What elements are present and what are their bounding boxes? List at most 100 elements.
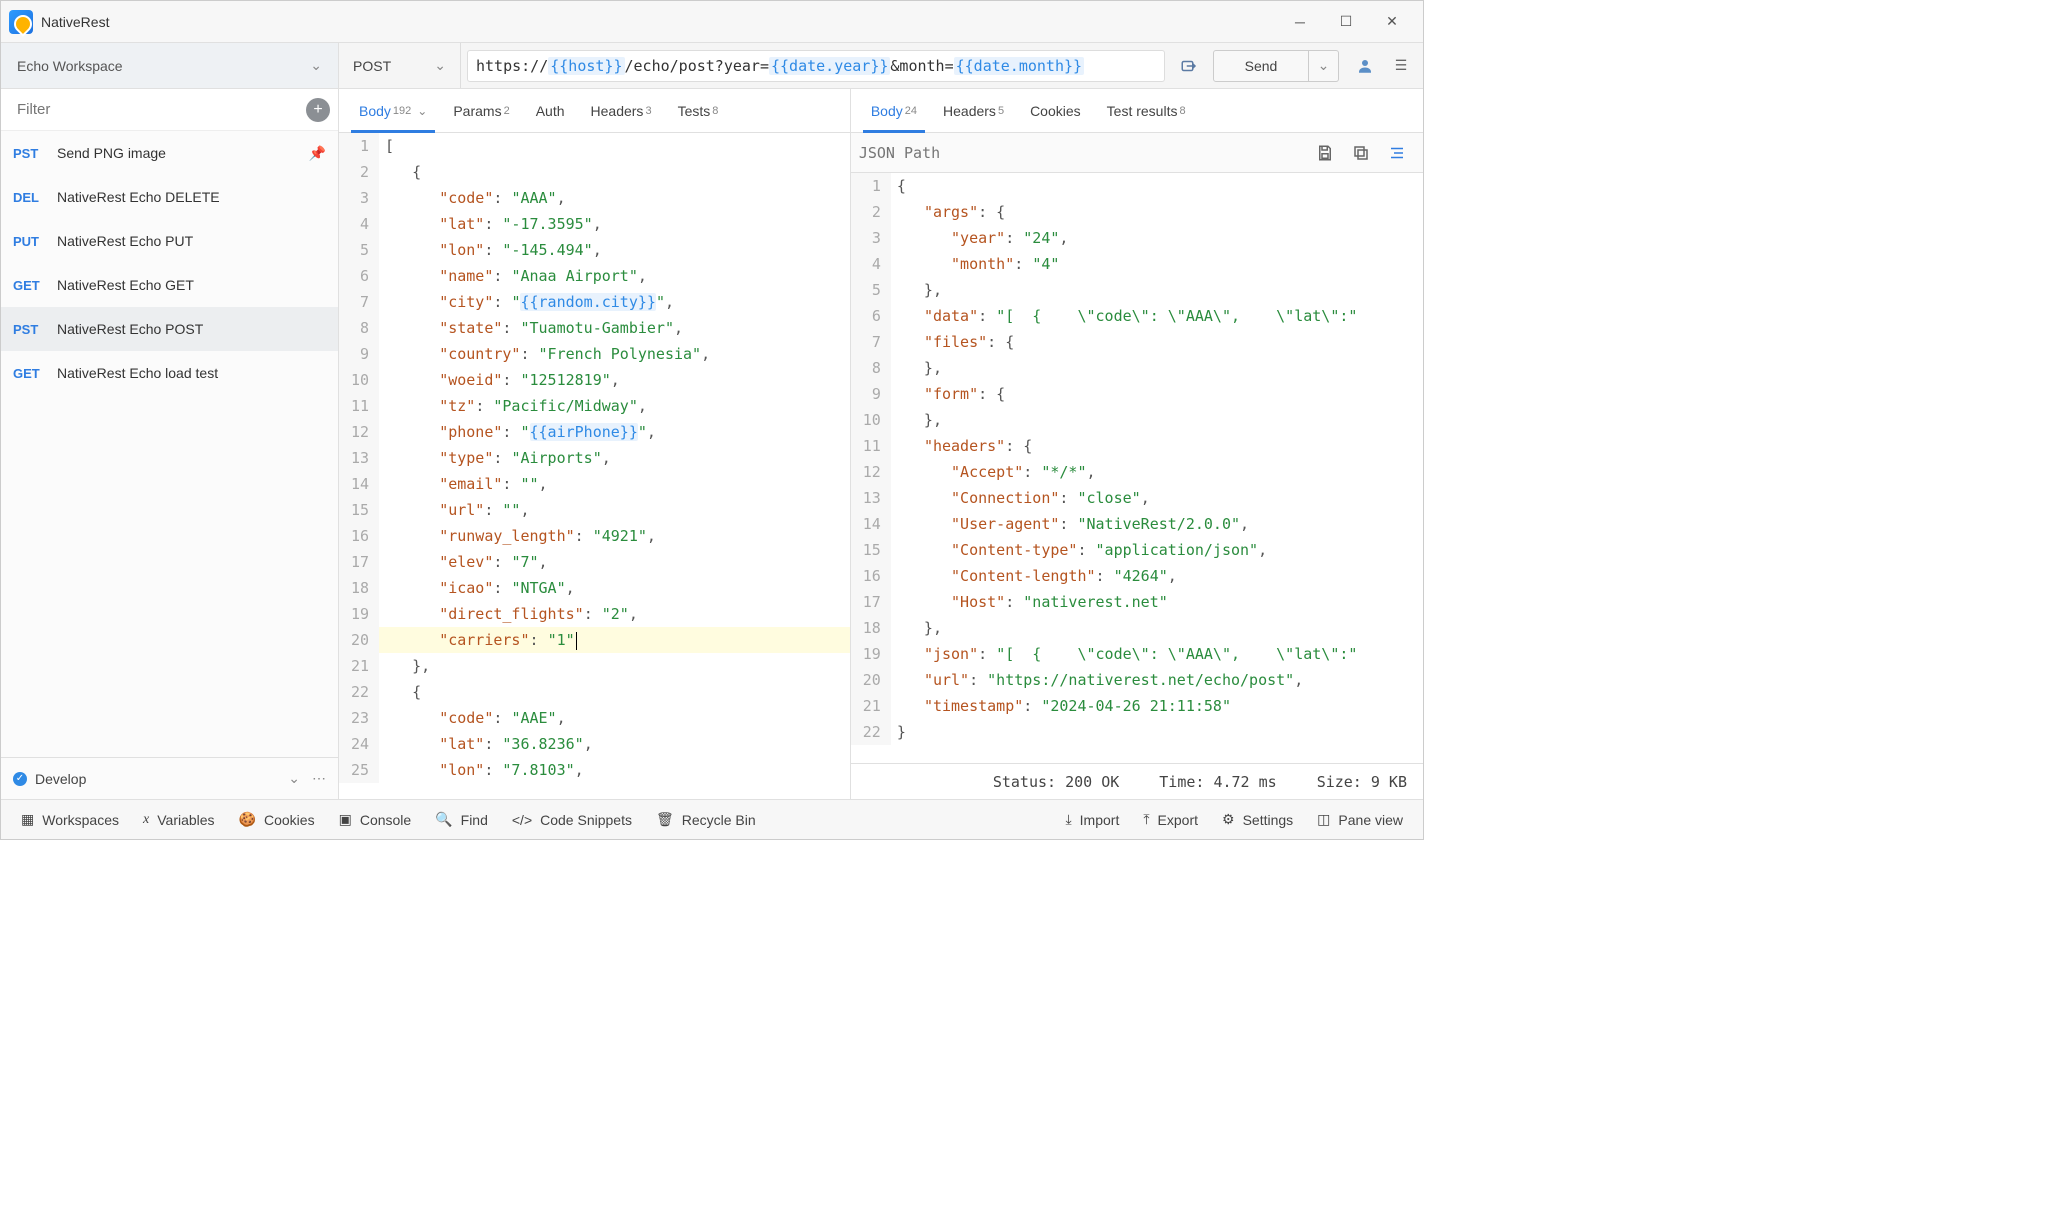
tab-badge: 8 [1179,105,1185,117]
code-line: 12 "Accept": "*/*", [851,459,1423,485]
window-minimize-button[interactable]: ─ [1277,6,1323,38]
copy-icon[interactable] [1343,137,1379,169]
line-number: 5 [851,277,891,303]
add-request-button[interactable]: + [306,98,330,122]
line-number: 7 [851,329,891,355]
code-line: 20 "carriers": "1" [339,627,850,653]
request-name: NativeRest Echo PUT [57,233,326,249]
search-icon: 🔍 [435,811,452,828]
request-name: NativeRest Echo POST [57,321,326,337]
request-tab-auth[interactable]: Auth [524,89,577,132]
filter-input[interactable] [17,101,306,118]
send-button[interactable]: Send [1213,50,1309,82]
request-item[interactable]: PST NativeRest Echo POST [1,307,338,351]
recycle-button[interactable]: 🗑Recycle Bin [644,800,768,839]
cookies-button[interactable]: 🍪Cookies [227,800,327,839]
window-maximize-button[interactable]: ☐ [1323,6,1369,38]
console-icon: ▣ [339,811,352,828]
code-line: 21 "timestamp": "2024-04-26 21:11:58" [851,693,1423,719]
response-tab-tests[interactable]: Test results8 [1095,89,1198,132]
code-line: 22 { [339,679,850,705]
http-method-selector[interactable]: POST ⌄ [339,43,461,88]
url-text: &month= [890,57,953,75]
code-line: 7 "files": { [851,329,1423,355]
line-number: 17 [851,589,891,615]
tab-badge: 5 [998,105,1004,117]
window-close-button[interactable]: ✕ [1369,6,1415,38]
find-button[interactable]: 🔍Find [423,800,500,839]
code-line: 1{ [851,173,1423,199]
request-tab-params[interactable]: Params2 [441,89,521,132]
save-icon[interactable] [1307,137,1343,169]
request-item[interactable]: PST Send PNG image 📌 [1,131,338,175]
code-line: 3 "year": "24", [851,225,1423,251]
code-line: 8 "state": "Tuamotu-Gambier", [339,315,850,341]
line-number: 1 [851,173,891,199]
format-icon[interactable] [1379,137,1415,169]
settings-button[interactable]: ⚙Settings [1210,800,1305,839]
url-input[interactable]: https://{{host}}/echo/post?year={{date.y… [467,50,1165,82]
line-number: 2 [851,199,891,225]
request-tab-headers[interactable]: Headers3 [579,89,664,132]
user-icon[interactable] [1347,50,1383,82]
url-text: /echo/post?year= [625,57,770,75]
import-button[interactable]: ⤓Import [1053,800,1131,839]
workspace-selector[interactable]: Echo Workspace ⌄ [1,43,338,89]
code-line: 9 "form": { [851,381,1423,407]
more-icon[interactable]: ⋯ [312,770,326,787]
request-item[interactable]: GET NativeRest Echo GET [1,263,338,307]
line-number: 3 [851,225,891,251]
request-name: NativeRest Echo DELETE [57,189,326,205]
response-tab-body[interactable]: Body24 [859,89,929,132]
request-tab-body[interactable]: Body192⌄ [347,89,439,132]
snippets-button[interactable]: </>Code Snippets [500,800,644,839]
code-line: 11 "headers": { [851,433,1423,459]
line-number: 8 [339,315,379,341]
code-line: 10 "woeid": "12512819", [339,367,850,393]
line-number: 12 [339,419,379,445]
pin-icon: 📌 [309,145,326,162]
hamburger-menu-button[interactable]: ☰ [1383,50,1419,82]
response-body-viewer[interactable]: 1{2 "args": {3 "year": "24",4 "month": "… [851,173,1423,763]
workspaces-button[interactable]: ▦Workspaces [9,800,131,839]
code-line: 6 "data": "[ { \"code\": \"AAA\", \"lat\… [851,303,1423,329]
request-item[interactable]: PUT NativeRest Echo PUT [1,219,338,263]
tab-label: Cookies [1030,103,1081,119]
request-item[interactable]: DEL NativeRest Echo DELETE [1,175,338,219]
variables-button[interactable]: xVariables [131,800,227,839]
app-title: NativeRest [41,14,109,30]
request-item[interactable]: GET NativeRest Echo load test [1,351,338,395]
line-number: 17 [339,549,379,575]
link-icon[interactable] [1171,50,1207,82]
response-tab-cookies[interactable]: Cookies [1018,89,1093,132]
line-number: 6 [339,263,379,289]
line-number: 22 [339,679,379,705]
code-line: 15 "url": "", [339,497,850,523]
tab-badge: 24 [905,105,917,117]
tab-label: Headers [943,103,996,119]
jsonpath-input[interactable] [859,144,1307,162]
request-body-editor[interactable]: 1[2 {3 "code": "AAA",4 "lat": "-17.3595"… [339,133,850,799]
line-number: 11 [851,433,891,459]
code-line: 25 "lon": "7.8103", [339,757,850,783]
tab-label: Auth [536,103,565,119]
line-number: 12 [851,459,891,485]
code-line: 14 "User-agent": "NativeRest/2.0.0", [851,511,1423,537]
response-status-bar: Status: 200 OK Time: 4.72 ms Size: 9 KB [851,763,1423,799]
grid-icon: ▦ [21,811,34,828]
console-button[interactable]: ▣Console [327,800,424,839]
line-number: 20 [851,667,891,693]
line-number: 4 [339,211,379,237]
response-tab-headers[interactable]: Headers5 [931,89,1016,132]
request-method: DEL [13,190,57,205]
environment-selector[interactable]: ✓ Develop ⌄ ⋯ [1,757,338,799]
request-tab-tests[interactable]: Tests8 [666,89,731,132]
line-number: 24 [339,731,379,757]
send-dropdown-button[interactable]: ⌄ [1309,50,1339,82]
export-button[interactable]: ⤒Export [1131,800,1210,839]
request-method: PST [13,146,57,161]
code-line: 6 "name": "Anaa Airport", [339,263,850,289]
paneview-button[interactable]: ◫Pane view [1305,800,1415,839]
code-line: 24 "lat": "36.8236", [339,731,850,757]
line-number: 4 [851,251,891,277]
